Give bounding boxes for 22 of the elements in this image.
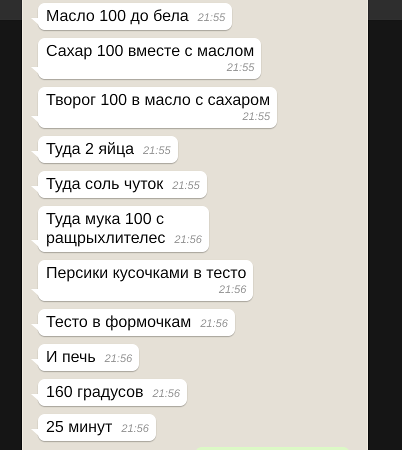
- message-text: Творог 100 в масло с сахаром: [46, 91, 270, 110]
- message-text: Персики кусочками в тесто: [46, 264, 246, 283]
- message-text: Масло 100 до бела: [46, 7, 189, 26]
- message-text: И печь: [46, 348, 96, 367]
- message-text: Туда мука 100 с ращрыхлителес: [46, 210, 166, 248]
- message-time: 21:55: [226, 61, 254, 75]
- message-time: 21:56: [152, 387, 180, 401]
- message-time: 21:55: [242, 110, 270, 124]
- message-time: 21:56: [121, 422, 149, 436]
- message-time: 21:55: [143, 144, 171, 158]
- message-time: 21:56: [104, 352, 132, 366]
- message-time: 21:56: [200, 317, 228, 331]
- message-time: 21:55: [198, 11, 226, 25]
- message-text: 25 минут: [46, 418, 112, 437]
- message-text: Тесто в формочкам: [46, 313, 192, 332]
- message-text: 160 градусов: [46, 383, 144, 402]
- message-text: Сахар 100 вместе с маслом: [46, 42, 254, 61]
- message-time: 21:55: [172, 179, 200, 193]
- message-time: 21:56: [174, 233, 202, 247]
- message-text: Туда соль чуток: [46, 175, 164, 194]
- message-time: 21:56: [218, 283, 246, 297]
- message-text: Туда 2 яйца: [46, 140, 134, 159]
